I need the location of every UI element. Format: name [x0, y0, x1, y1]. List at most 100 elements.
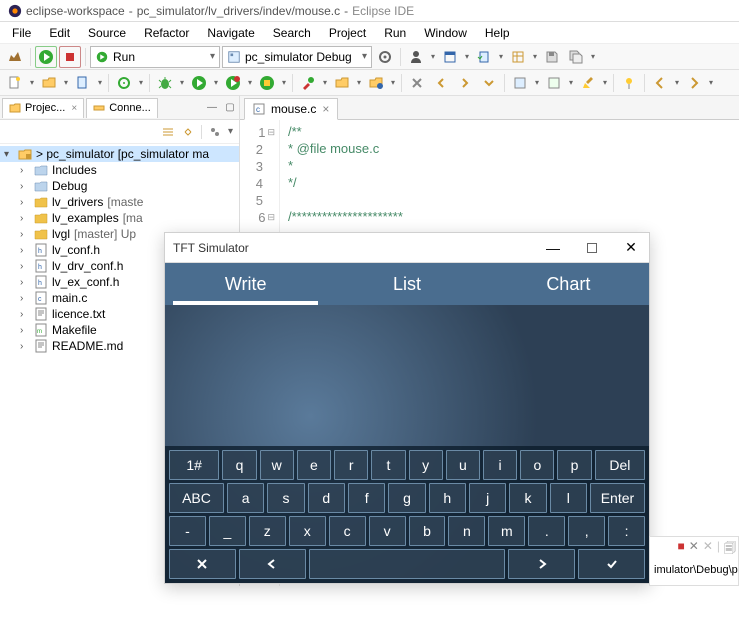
clear-icon[interactable]: 🗐 [724, 539, 736, 560]
open-type-button[interactable] [507, 46, 529, 68]
menu-file[interactable]: File [4, 24, 39, 42]
nav-fwd-button[interactable] [683, 72, 705, 94]
key-v[interactable]: v [369, 516, 406, 546]
key-Enter[interactable]: Enter [590, 483, 645, 513]
profile-button[interactable] [256, 72, 278, 94]
key-o[interactable]: o [520, 450, 554, 480]
close-button[interactable]: ✕ [621, 238, 641, 258]
menu-refactor[interactable]: Refactor [136, 24, 197, 42]
filter-icon[interactable] [208, 125, 222, 139]
new-wizard-button[interactable] [473, 46, 495, 68]
new-button[interactable] [4, 72, 26, 94]
debug-button[interactable] [154, 72, 176, 94]
back-button[interactable] [430, 72, 452, 94]
menu-navigate[interactable]: Navigate [199, 24, 262, 42]
sim-tab-list[interactable]: List [326, 263, 487, 305]
tree-root[interactable]: ▾ > pc_simulator [pc_simulator ma [0, 146, 239, 162]
key-q[interactable]: q [222, 450, 256, 480]
link-editor-icon[interactable] [181, 125, 195, 139]
tree-item[interactable]: ›lv_drivers [maste [0, 194, 239, 210]
sim-tab-write[interactable]: Write [165, 263, 326, 305]
key-p[interactable]: p [557, 450, 591, 480]
expand-icon[interactable]: › [20, 229, 30, 240]
expand-icon[interactable]: › [20, 293, 30, 304]
maximize-icon[interactable]: ▢ [223, 101, 237, 115]
build-all-button[interactable] [113, 72, 135, 94]
key-right[interactable] [508, 549, 575, 579]
copy-button[interactable] [543, 72, 565, 94]
launch-mode-combo[interactable]: Run ▾ [90, 46, 220, 68]
key-d[interactable]: d [308, 483, 345, 513]
forward-button[interactable] [454, 72, 476, 94]
fold-icon[interactable]: ⊟ [267, 212, 275, 223]
terminate-icon[interactable]: ■ [678, 539, 685, 560]
expand-icon[interactable]: › [20, 213, 30, 224]
maximize-button[interactable] [587, 243, 597, 253]
collapse-all-icon[interactable] [161, 125, 175, 139]
view-menu-icon[interactable]: ▾ [228, 126, 233, 137]
key-r[interactable]: r [334, 450, 368, 480]
key-h[interactable]: h [429, 483, 466, 513]
cut-button[interactable] [509, 72, 531, 94]
key-ABC[interactable]: ABC [169, 483, 224, 513]
menu-search[interactable]: Search [265, 24, 319, 42]
remove-all-icon[interactable]: ✕ [703, 539, 713, 560]
key-j[interactable]: j [469, 483, 506, 513]
expand-icon[interactable]: › [20, 197, 30, 208]
menu-window[interactable]: Window [416, 24, 475, 42]
nav-back-button[interactable] [649, 72, 671, 94]
connections-tab[interactable]: Conne... [86, 98, 158, 118]
close-icon[interactable]: × [71, 103, 77, 114]
tree-item[interactable]: ›Debug [0, 178, 239, 194]
key-n[interactable]: n [448, 516, 485, 546]
key-sym[interactable]: , [568, 516, 605, 546]
expand-icon[interactable]: › [20, 165, 30, 176]
key-y[interactable]: y [409, 450, 443, 480]
menu-run[interactable]: Run [376, 24, 414, 42]
toggle-button[interactable] [406, 72, 428, 94]
pin-button[interactable] [618, 72, 640, 94]
tree-item[interactable]: ›Includes [0, 162, 239, 178]
menu-source[interactable]: Source [80, 24, 134, 42]
run-button[interactable] [35, 46, 57, 68]
key-c[interactable]: c [329, 516, 366, 546]
person-button[interactable] [405, 46, 427, 68]
key-1sym[interactable]: 1# [169, 450, 219, 480]
expand-icon[interactable]: › [20, 261, 30, 272]
key-s[interactable]: s [267, 483, 304, 513]
key-k[interactable]: k [509, 483, 546, 513]
key-f[interactable]: f [348, 483, 385, 513]
save-all-button[interactable] [565, 46, 587, 68]
coverage-button[interactable] [222, 72, 244, 94]
launch-settings-button[interactable] [374, 46, 396, 68]
editor-tab-mouse-c[interactable]: c mouse.c × [244, 98, 338, 120]
stop-button[interactable] [59, 46, 81, 68]
key-l[interactable]: l [550, 483, 587, 513]
down-button[interactable] [478, 72, 500, 94]
key-x[interactable]: x [289, 516, 326, 546]
minimize-icon[interactable]: — [205, 101, 219, 115]
remove-icon[interactable]: ✕ [689, 539, 699, 560]
key-sym[interactable]: _ [209, 516, 246, 546]
tree-item[interactable]: ›lv_examples [ma [0, 210, 239, 226]
key-ok[interactable] [578, 549, 645, 579]
key-b[interactable]: b [409, 516, 446, 546]
new-folder-button[interactable] [38, 72, 60, 94]
expand-icon[interactable]: ▾ [4, 149, 14, 160]
key-m[interactable]: m [488, 516, 525, 546]
minimize-button[interactable]: — [543, 238, 563, 258]
key-left[interactable] [239, 549, 306, 579]
launch-config-combo[interactable]: pc_simulator Debug ▾ [222, 46, 372, 68]
linked-button[interactable] [365, 72, 387, 94]
save-button[interactable] [541, 46, 563, 68]
fold-icon[interactable]: ⊟ [267, 127, 275, 138]
ext-tools-button[interactable] [297, 72, 319, 94]
close-icon[interactable]: × [322, 102, 329, 116]
key-a[interactable]: a [227, 483, 264, 513]
expand-icon[interactable]: › [20, 181, 30, 192]
sim-titlebar[interactable]: TFT Simulator — ✕ [165, 233, 649, 263]
key-g[interactable]: g [388, 483, 425, 513]
build-button[interactable] [4, 46, 26, 68]
open-task-button[interactable] [439, 46, 461, 68]
expand-icon[interactable]: › [20, 277, 30, 288]
